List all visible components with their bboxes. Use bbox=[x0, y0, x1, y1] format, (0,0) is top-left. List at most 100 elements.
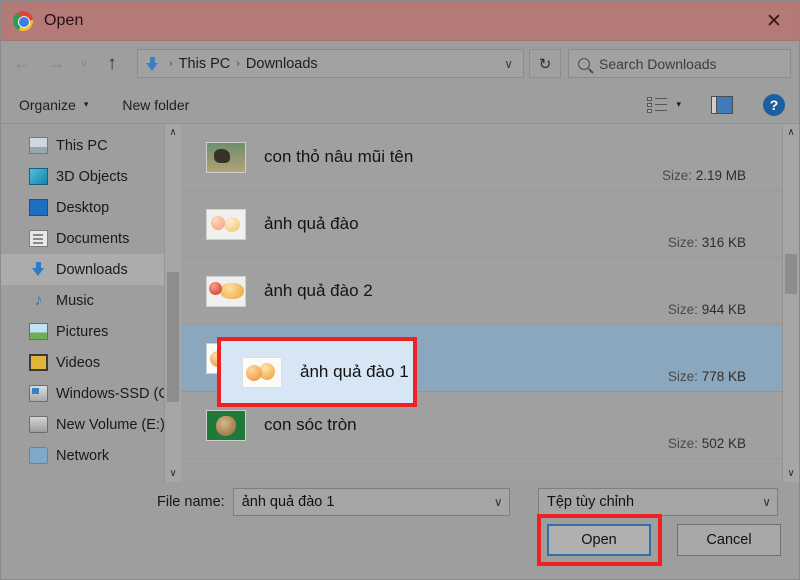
desktop-icon bbox=[29, 199, 48, 216]
peach1-thumbnail bbox=[242, 357, 282, 388]
table-row[interactable]: con thỏ nâu mũi tên Size: 2.19 MB bbox=[181, 124, 782, 191]
command-bar-right: ▾ ? bbox=[647, 94, 799, 116]
volume-icon bbox=[29, 416, 48, 433]
file-name-label: File name: bbox=[157, 494, 225, 510]
size-label: Size: bbox=[668, 235, 698, 250]
pc-icon bbox=[29, 137, 48, 154]
scroll-up-icon[interactable]: ∧ bbox=[165, 124, 181, 141]
sidebar-item-desktop[interactable]: Desktop bbox=[1, 192, 181, 223]
sidebar-item-label: Network bbox=[56, 448, 109, 464]
navigation-bar: ← → ∨ ↑ › This PC › Downloads ∨ ↻ Search… bbox=[1, 41, 799, 86]
new-folder-button[interactable]: New folder bbox=[122, 97, 189, 113]
cancel-button[interactable]: Cancel bbox=[677, 524, 781, 556]
open-button[interactable]: Open bbox=[547, 524, 651, 556]
help-icon[interactable]: ? bbox=[763, 94, 785, 116]
sidebar-item-label: 3D Objects bbox=[56, 169, 128, 185]
address-bar[interactable]: › This PC › Downloads ∨ bbox=[137, 49, 524, 78]
sidebar-item-this-pc[interactable]: This PC bbox=[1, 130, 181, 161]
file-size: Size: 944 KB bbox=[668, 302, 746, 317]
preview-pane-icon[interactable] bbox=[711, 96, 733, 114]
recent-locations-button[interactable]: ∨ bbox=[73, 47, 95, 81]
annotation-highlight-selected-file: ảnh quả đào 1 bbox=[221, 341, 413, 403]
file-name: ảnh quả đào 1 bbox=[300, 362, 409, 382]
chevron-down-icon[interactable]: ∨ bbox=[494, 495, 503, 509]
size-value: 316 KB bbox=[702, 235, 746, 250]
chevron-down-icon[interactable]: ∨ bbox=[762, 495, 771, 509]
videos-icon bbox=[29, 354, 48, 371]
sidebar-item-music[interactable]: ♪ Music bbox=[1, 285, 181, 316]
music-icon: ♪ bbox=[29, 292, 48, 309]
file-list-pane: con thỏ nâu mũi tên Size: 2.19 MB ảnh qu… bbox=[181, 124, 799, 482]
file-size: Size: 2.19 MB bbox=[662, 168, 746, 183]
chrome-icon bbox=[13, 11, 33, 31]
sidebar-item-3d-objects[interactable]: 3D Objects bbox=[1, 161, 181, 192]
file-name: ảnh quả đào 2 bbox=[264, 281, 373, 301]
sidebar-item-videos[interactable]: Videos bbox=[1, 347, 181, 378]
up-button[interactable]: ↑ bbox=[95, 47, 129, 81]
sidebar-item-windows-ssd[interactable]: Windows-SSD (C bbox=[1, 378, 181, 409]
size-value: 2.19 MB bbox=[696, 168, 746, 183]
scrollbar-thumb[interactable] bbox=[785, 254, 797, 294]
file-size: Size: 316 KB bbox=[668, 235, 746, 250]
command-bar: Organize ▾ New folder ▾ ? bbox=[1, 86, 799, 124]
breadcrumb-separator: › bbox=[163, 58, 179, 70]
sidebar-item-label: Desktop bbox=[56, 200, 109, 216]
sidebar-item-label: Music bbox=[56, 293, 94, 309]
sidebar-item-pictures[interactable]: Pictures bbox=[1, 316, 181, 347]
view-options-icon[interactable] bbox=[647, 97, 667, 113]
breadcrumb-downloads[interactable]: Downloads bbox=[246, 56, 318, 72]
title-bar: Open ✕ bbox=[1, 1, 799, 41]
file-name: con sóc tròn bbox=[264, 415, 357, 435]
table-row[interactable]: ảnh quả đào Size: 316 KB bbox=[181, 191, 782, 258]
file-type-select[interactable]: Tệp tùy chỉnh ∨ bbox=[538, 488, 778, 516]
scrollbar-thumb[interactable] bbox=[167, 272, 179, 402]
back-button[interactable]: ← bbox=[5, 47, 39, 81]
file-list-scrollbar[interactable]: ∧ ∨ bbox=[782, 124, 799, 482]
chevron-down-icon[interactable]: ▾ bbox=[84, 99, 89, 110]
organize-button[interactable]: Organize bbox=[19, 97, 76, 113]
scroll-up-icon[interactable]: ∧ bbox=[783, 124, 799, 141]
network-icon bbox=[29, 447, 48, 464]
3d-objects-icon bbox=[29, 168, 48, 185]
sidebar-item-label: New Volume (E:) bbox=[56, 417, 165, 433]
file-size: Size: 502 KB bbox=[668, 436, 746, 451]
forward-button[interactable]: → bbox=[39, 47, 73, 81]
scroll-down-icon[interactable]: ∨ bbox=[165, 465, 181, 482]
sidebar-item-downloads[interactable]: Downloads bbox=[1, 254, 181, 285]
sidebar-item-new-volume[interactable]: New Volume (E:) bbox=[1, 409, 181, 440]
squirrel-thumbnail bbox=[206, 410, 246, 441]
peaches-thumbnail bbox=[206, 276, 246, 307]
file-name-input[interactable]: ảnh quả đào 1 ∨ bbox=[233, 488, 510, 516]
dialog-body: This PC 3D Objects Desktop Documents Dow… bbox=[1, 124, 799, 482]
size-value: 944 KB bbox=[702, 302, 746, 317]
sidebar-item-network[interactable]: Network bbox=[1, 440, 181, 471]
refresh-button[interactable]: ↻ bbox=[529, 49, 561, 78]
table-row[interactable]: ảnh quả đào 2 Size: 944 KB bbox=[181, 258, 782, 325]
search-icon bbox=[578, 58, 590, 70]
pictures-icon bbox=[29, 323, 48, 340]
size-label: Size: bbox=[668, 369, 698, 384]
scroll-down-icon[interactable]: ∨ bbox=[783, 465, 799, 482]
sidebar-item-documents[interactable]: Documents bbox=[1, 223, 181, 254]
sidebar-item-label: Documents bbox=[56, 231, 129, 247]
window-title: Open bbox=[44, 12, 84, 30]
size-value: 778 KB bbox=[702, 369, 746, 384]
rabbit-thumbnail bbox=[206, 142, 246, 173]
sidebar-scrollbar[interactable]: ∧ ∨ bbox=[164, 124, 181, 482]
file-list: con thỏ nâu mũi tên Size: 2.19 MB ảnh qu… bbox=[181, 124, 782, 482]
peach-thumbnail bbox=[206, 209, 246, 240]
downloads-icon bbox=[29, 261, 48, 278]
downloads-arrow-icon bbox=[145, 56, 160, 72]
chevron-down-icon[interactable]: ▾ bbox=[676, 99, 681, 110]
search-input[interactable]: Search Downloads bbox=[568, 49, 791, 78]
size-value: 502 KB bbox=[702, 436, 746, 451]
sidebar-item-label: Pictures bbox=[56, 324, 108, 340]
size-label: Size: bbox=[668, 436, 698, 451]
breadcrumb-this-pc[interactable]: This PC bbox=[179, 56, 231, 72]
chevron-down-icon[interactable]: ∨ bbox=[498, 57, 519, 71]
file-name: ảnh quả đào bbox=[264, 214, 359, 234]
open-file-dialog: Open ✕ ← → ∨ ↑ › This PC › Downloads ∨ ↻… bbox=[0, 0, 800, 580]
close-icon[interactable]: ✕ bbox=[749, 1, 799, 41]
navigation-sidebar: This PC 3D Objects Desktop Documents Dow… bbox=[1, 124, 181, 482]
search-placeholder: Search Downloads bbox=[599, 56, 717, 72]
